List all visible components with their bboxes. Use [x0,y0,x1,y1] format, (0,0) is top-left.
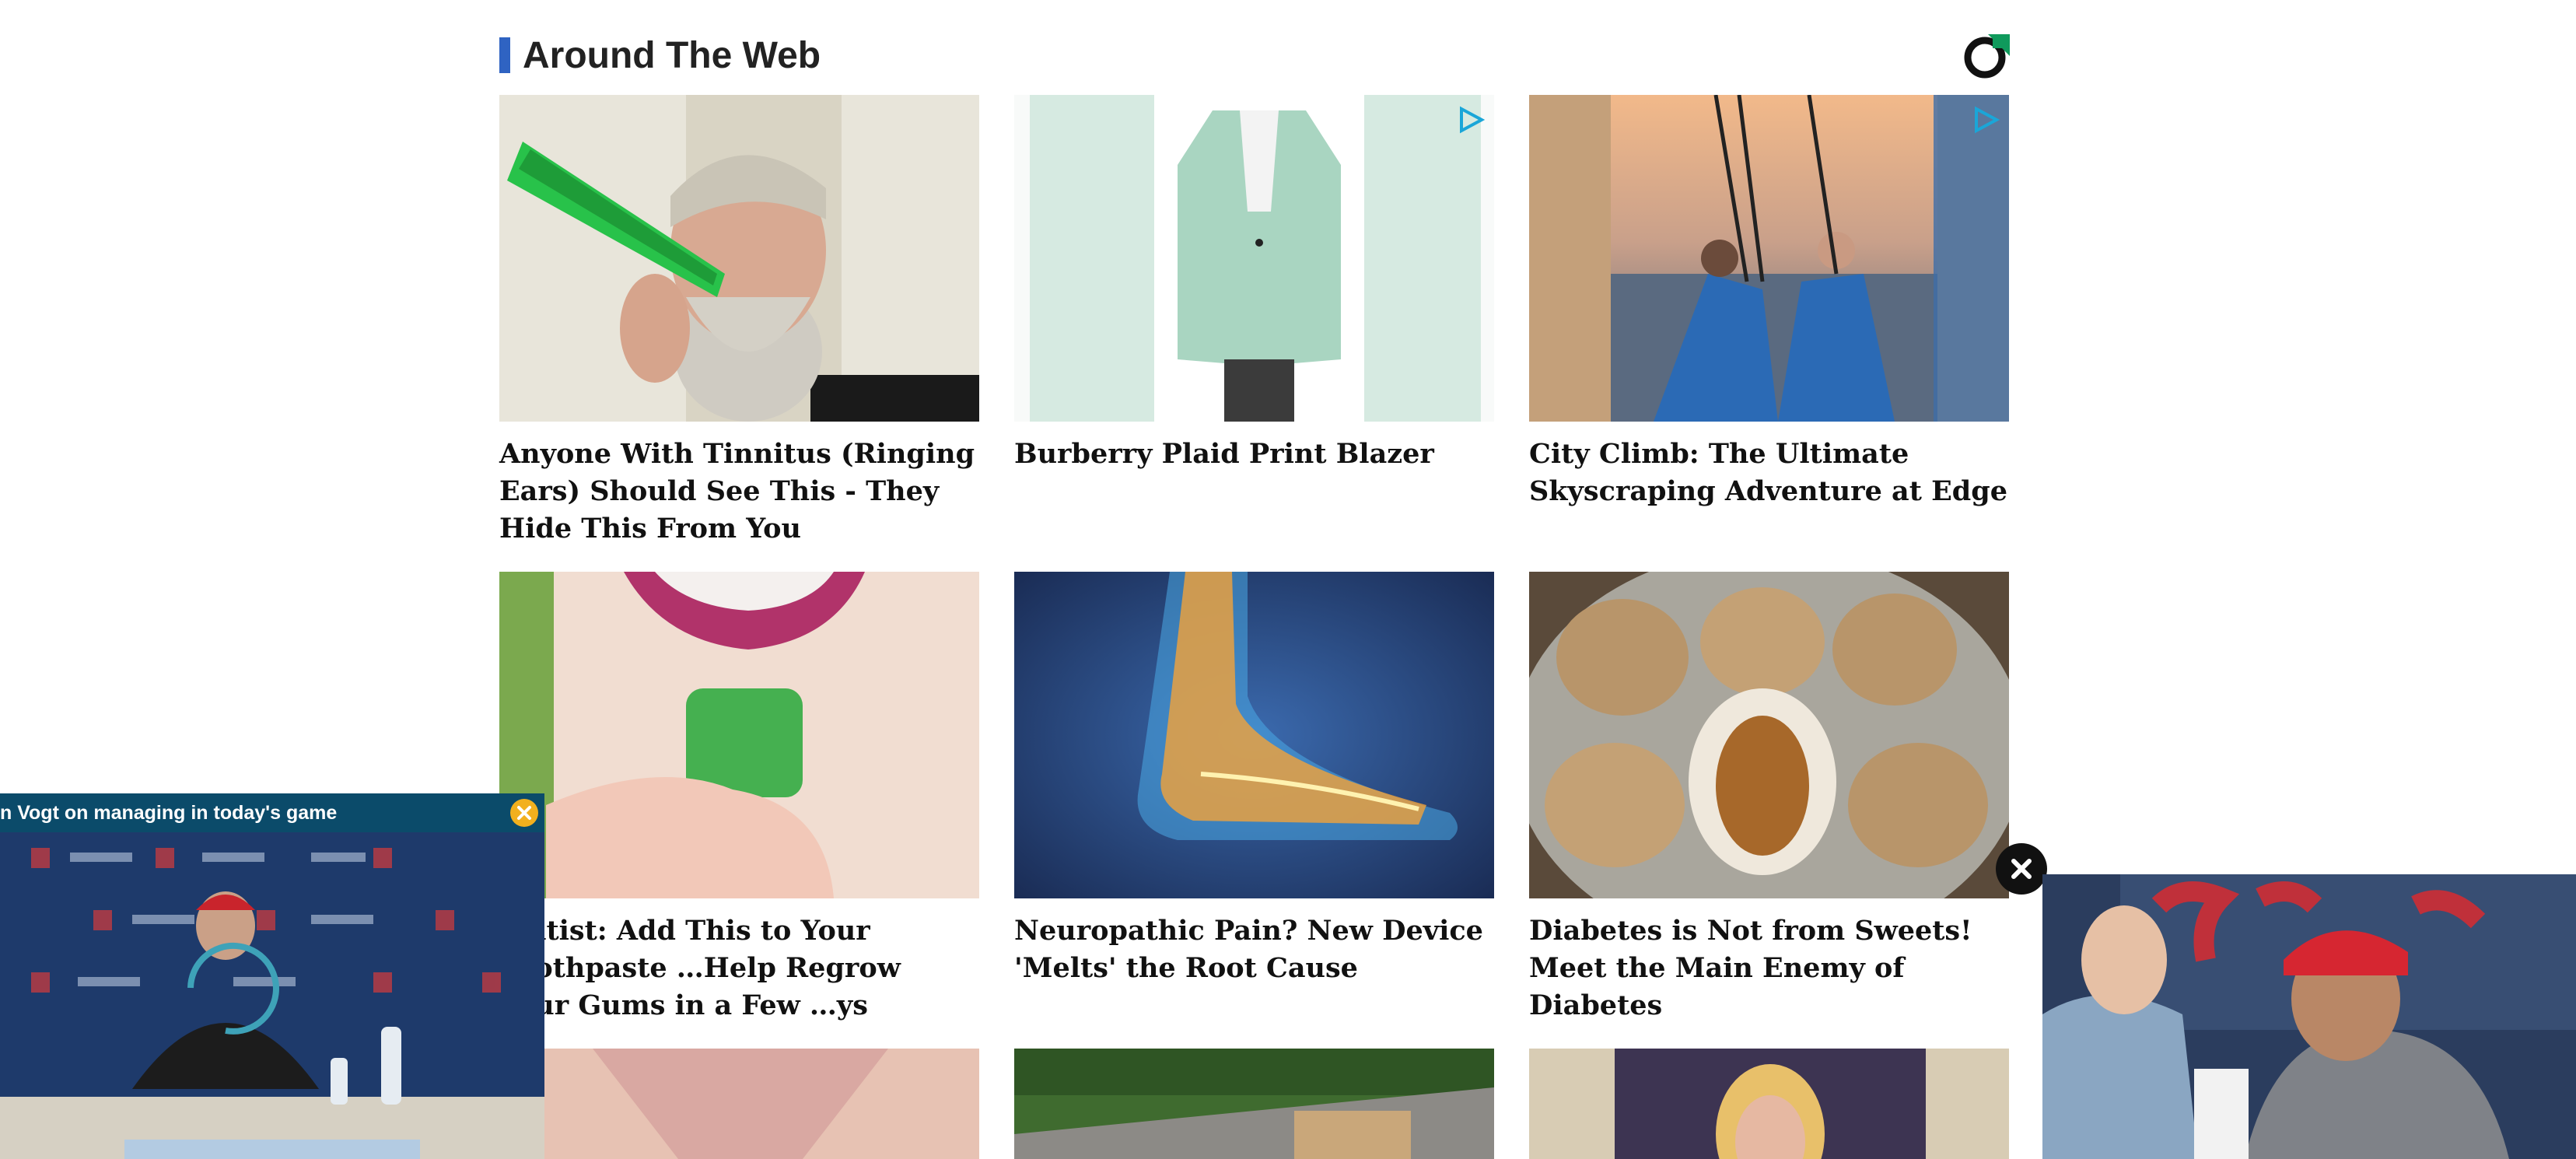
section-header: Around The Web [499,33,2010,79]
card-image[interactable] [499,572,979,898]
video-frame [0,832,544,1159]
blazer-photo [1014,95,1494,422]
pink-top-photo [499,1049,979,1159]
card-toothpaste[interactable]: …ntist: Add This to Your Toothpaste …Hel… [499,572,979,1024]
card-row3-middle[interactable] [1014,1049,1494,1159]
close-icon[interactable] [510,799,538,827]
card-image[interactable] [1529,572,2009,898]
card-image[interactable] [1529,1049,2009,1159]
card-headline[interactable]: Neuropathic Pain? New Device 'Melts' the… [1014,912,1494,987]
card-row3-left[interactable] [499,1049,979,1159]
video-title: n Vogt on managing in today's game [0,802,338,824]
card-city-climb[interactable]: City Climb: The Ultimate Skyscraping Adv… [1529,95,2009,510]
city-climb-photo [1529,95,2009,422]
card-diabetes[interactable]: Diabetes is Not from Sweets! Meet the Ma… [1529,572,2009,1024]
section-title: Around The Web [523,35,821,76]
card-headline[interactable]: Diabetes is Not from Sweets! Meet the Ma… [1529,912,2009,1024]
card-blazer[interactable]: Burberry Plaid Print Blazer [1014,95,1494,473]
foot-xray-photo [1014,572,1494,898]
video-title-bar: n Vogt on managing in today's game [0,793,544,832]
card-image[interactable] [499,1049,979,1159]
roof-photo [1014,1049,1494,1159]
card-headline[interactable]: Anyone With Tinnitus (Ringing Ears) Shou… [499,436,979,548]
close-icon[interactable] [1996,843,2047,895]
card-neuropathic[interactable]: Neuropathic Pain? New Device 'Melts' the… [1014,572,1494,987]
video-frame [2042,874,2576,1159]
card-image[interactable] [1014,1049,1494,1159]
card-headline[interactable]: Burberry Plaid Print Blazer [1014,436,1494,473]
gummy-photo [499,572,979,898]
card-headline[interactable]: …ntist: Add This to Your Toothpaste …Hel… [499,912,979,1024]
card-row3-right[interactable] [1529,1049,2009,1159]
brand-logo-icon[interactable] [1963,33,2010,79]
card-image[interactable] [1014,95,1494,422]
accent-bar [499,37,510,73]
adchoices-icon[interactable] [1970,104,2001,135]
card-image[interactable] [1014,572,1494,898]
card-tinnitus[interactable]: Anyone With Tinnitus (Ringing Ears) Shou… [499,95,979,548]
video-player-left[interactable]: n Vogt on managing in today's game [0,793,544,1159]
woman-poster-photo [1529,1049,2009,1159]
card-image[interactable] [499,95,979,422]
card-headline[interactable]: City Climb: The Ultimate Skyscraping Adv… [1529,436,2009,510]
card-image[interactable] [1529,95,2009,422]
adchoices-icon[interactable] [1455,104,1486,135]
walnuts-photo [1529,572,2009,898]
video-player-right[interactable] [2042,874,2576,1159]
tinnitus-photo [499,95,979,422]
